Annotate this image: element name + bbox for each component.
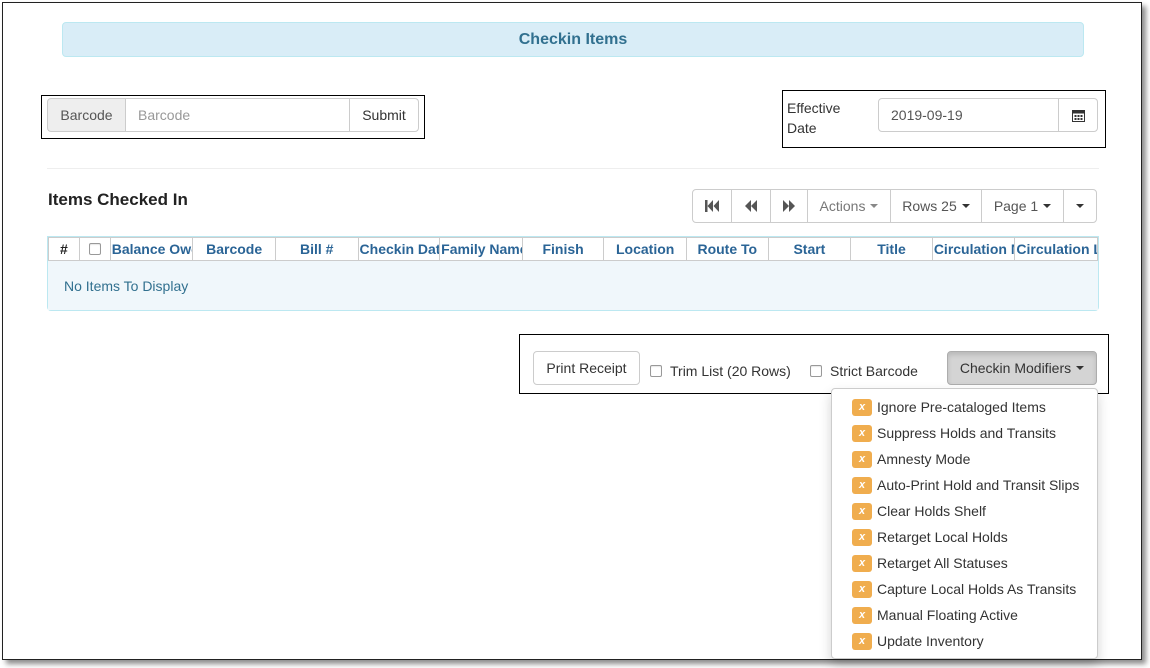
column-header-barcode[interactable]: Barcode bbox=[192, 237, 276, 261]
caret-down-icon bbox=[1043, 204, 1052, 208]
grid-toolbar: Actions Rows 25 Page 1 bbox=[692, 189, 1097, 223]
x-icon: x bbox=[852, 398, 872, 416]
first-page-icon bbox=[705, 200, 719, 212]
x-icon: x bbox=[852, 424, 872, 442]
menu-item-label: Auto-Print Hold and Transit Slips bbox=[877, 477, 1080, 493]
menu-item-label: Suppress Holds and Transits bbox=[877, 425, 1056, 441]
x-icon: x bbox=[852, 580, 872, 598]
x-icon: x bbox=[852, 450, 872, 468]
menu-item-capture-local-holds[interactable]: x Capture Local Holds As Transits bbox=[832, 576, 1097, 602]
grid-empty-message: No Items To Display bbox=[48, 261, 1098, 310]
checkin-modifiers-label: Checkin Modifiers bbox=[959, 360, 1072, 376]
page-title: Checkin Items bbox=[62, 22, 1084, 57]
menu-item-auto-print-slips[interactable]: x Auto-Print Hold and Transit Slips bbox=[832, 472, 1097, 498]
column-header-start[interactable]: Start bbox=[767, 237, 852, 261]
menu-item-label: Update Inventory bbox=[877, 633, 984, 649]
menu-item-label: Retarget All Statuses bbox=[877, 555, 1008, 571]
effective-date-input[interactable] bbox=[878, 98, 1059, 132]
trim-list-label: Trim List (20 Rows) bbox=[670, 363, 791, 379]
menu-item-label: Ignore Pre-cataloged Items bbox=[877, 399, 1046, 415]
next-page-icon bbox=[783, 200, 795, 212]
rows-label: Rows 25 bbox=[902, 198, 957, 214]
menu-item-label: Retarget Local Holds bbox=[877, 529, 1008, 545]
menu-item-label: Manual Floating Active bbox=[877, 607, 1018, 623]
barcode-addon-label: Barcode bbox=[47, 98, 126, 132]
x-icon: x bbox=[852, 632, 872, 650]
column-header-route-to[interactable]: Route To bbox=[685, 237, 769, 261]
trim-list-option[interactable]: Trim List (20 Rows) bbox=[650, 363, 791, 379]
menu-item-amnesty-mode[interactable]: x Amnesty Mode bbox=[832, 446, 1097, 472]
select-all-cell bbox=[78, 237, 111, 261]
menu-item-update-inventory[interactable]: x Update Inventory bbox=[832, 628, 1097, 654]
barcode-input-group: Barcode Submit bbox=[47, 98, 419, 132]
effective-date-label: Effective Date bbox=[787, 100, 841, 136]
checkin-modifiers-button[interactable]: Checkin Modifiers bbox=[947, 351, 1097, 385]
menu-item-suppress-holds[interactable]: x Suppress Holds and Transits bbox=[832, 420, 1097, 446]
column-header-checkin-date[interactable]: Checkin Date bbox=[357, 237, 441, 261]
column-header-location[interactable]: Location bbox=[603, 237, 687, 261]
menu-item-ignore-pre-cataloged[interactable]: x Ignore Pre-cataloged Items bbox=[832, 394, 1097, 420]
strict-barcode-checkbox[interactable] bbox=[810, 365, 822, 377]
divider bbox=[47, 168, 1099, 169]
trim-list-checkbox[interactable] bbox=[650, 365, 662, 377]
menu-item-retarget-all-statuses[interactable]: x Retarget All Statuses bbox=[832, 550, 1097, 576]
x-icon: x bbox=[852, 606, 872, 624]
column-header-family-name[interactable]: Family Name bbox=[439, 237, 523, 261]
first-page-button[interactable] bbox=[692, 189, 732, 223]
select-all-checkbox[interactable] bbox=[88, 243, 101, 255]
menu-item-label: Amnesty Mode bbox=[877, 451, 971, 467]
prev-page-icon bbox=[745, 200, 757, 212]
page-dropdown[interactable]: Page 1 bbox=[981, 189, 1064, 223]
calendar-icon bbox=[1071, 109, 1085, 122]
x-icon: x bbox=[852, 476, 872, 494]
column-header-finish[interactable]: Finish bbox=[521, 237, 605, 261]
prev-page-button[interactable] bbox=[731, 189, 771, 223]
caret-down-icon bbox=[870, 204, 879, 208]
actions-dropdown[interactable]: Actions bbox=[807, 189, 891, 223]
barcode-input[interactable] bbox=[126, 98, 350, 132]
strict-barcode-option[interactable]: Strict Barcode bbox=[810, 363, 918, 379]
grid-title: Items Checked In bbox=[48, 190, 188, 209]
checkin-modifiers-menu: x Ignore Pre-cataloged Items x Suppress … bbox=[831, 388, 1098, 659]
actions-label: Actions bbox=[819, 198, 866, 214]
column-header-balance-owed[interactable]: Balance Owed bbox=[109, 237, 194, 261]
menu-item-clear-holds-shelf[interactable]: x Clear Holds Shelf bbox=[832, 498, 1097, 524]
menu-item-retarget-local-holds[interactable]: x Retarget Local Holds bbox=[832, 524, 1097, 550]
x-icon: x bbox=[852, 528, 872, 546]
rows-dropdown[interactable]: Rows 25 bbox=[890, 189, 982, 223]
items-grid: # Balance Owed Barcode Bill # Checkin Da… bbox=[47, 236, 1099, 311]
calendar-button[interactable] bbox=[1058, 98, 1098, 132]
column-header-index: # bbox=[48, 237, 80, 261]
effective-date-group bbox=[878, 98, 1098, 132]
x-icon: x bbox=[852, 554, 872, 572]
print-receipt-button[interactable]: Print Receipt bbox=[533, 351, 640, 385]
x-icon: x bbox=[852, 502, 872, 520]
caret-down-icon bbox=[961, 204, 970, 208]
more-options-dropdown[interactable] bbox=[1063, 189, 1097, 223]
column-header-title[interactable]: Title bbox=[850, 237, 933, 261]
menu-item-label: Capture Local Holds As Transits bbox=[877, 581, 1077, 597]
caret-down-icon bbox=[1076, 204, 1084, 208]
column-header-circulation-modifier[interactable]: Circulation Modifier bbox=[931, 237, 1016, 261]
caret-down-icon bbox=[1076, 366, 1085, 370]
strict-barcode-label: Strict Barcode bbox=[830, 363, 918, 379]
next-page-button[interactable] bbox=[770, 189, 808, 223]
page-label: Page 1 bbox=[993, 198, 1039, 214]
submit-button[interactable]: Submit bbox=[349, 98, 419, 132]
menu-item-label: Clear Holds Shelf bbox=[877, 503, 986, 519]
grid-header-row: # Balance Owed Barcode Bill # Checkin Da… bbox=[48, 237, 1099, 261]
column-header-bill[interactable]: Bill # bbox=[274, 237, 359, 261]
column-header-circulation-library[interactable]: Circulation Library bbox=[1014, 237, 1099, 261]
menu-item-manual-floating[interactable]: x Manual Floating Active bbox=[832, 602, 1097, 628]
